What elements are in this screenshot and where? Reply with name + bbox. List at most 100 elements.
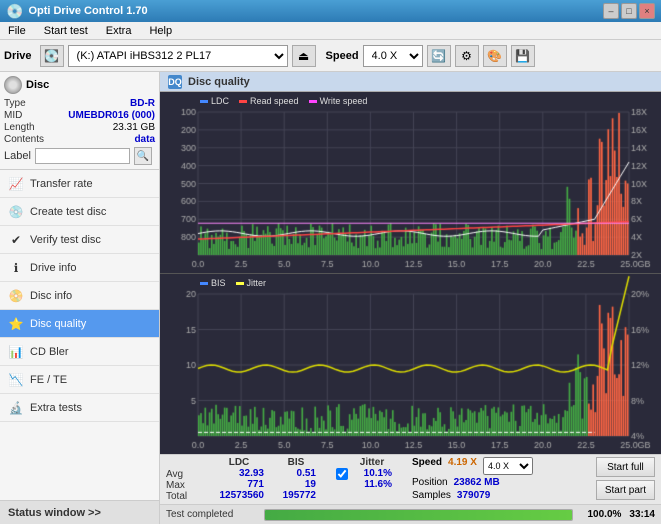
legend-ldc: LDC [200, 96, 229, 106]
create-test-disc-icon: 💿 [8, 204, 24, 220]
legend-jitter: Jitter [236, 278, 267, 288]
sidebar-item-transfer-rate[interactable]: 📈 Transfer rate [0, 170, 159, 198]
speed-label: Speed [326, 50, 359, 62]
disc-mid-label: MID [4, 110, 22, 121]
disc-info-panel: Disc Type BD-R MID UMEBDR016 (000) Lengt… [0, 72, 159, 170]
verify-test-disc-icon: ✔ [8, 232, 24, 248]
menu-extra[interactable]: Extra [102, 24, 136, 38]
toolbar: Drive 💽 (K:) ATAPI iHBS312 2 PL17 ⏏ Spee… [0, 40, 661, 72]
jitter-checkbox[interactable] [336, 468, 348, 480]
stat-col-labels: Avg Max Total [166, 457, 202, 502]
title-bar-controls: – □ × [603, 3, 655, 19]
top-chart-legend: LDC Read speed Write speed [200, 96, 367, 106]
bis-legend-dot [200, 282, 208, 285]
menu-bar: File Start test Extra Help [0, 22, 661, 40]
disc-label-row: Label 🔍 [4, 147, 155, 165]
stat-col-ldc: LDC 32.93 771 12573560 [214, 457, 264, 501]
bis-max-row: 19 [276, 479, 316, 490]
nav-label-disc-quality: Disc quality [30, 318, 86, 330]
nav-label-extra-tests: Extra tests [30, 402, 82, 414]
speed-dropdown[interactable]: 4.0 X [483, 457, 533, 475]
nav-label-disc-info: Disc info [30, 290, 72, 302]
settings-button[interactable]: ⚙ [455, 45, 479, 67]
bis-total-row: 195772 [276, 490, 316, 501]
max-label: Max [166, 480, 202, 491]
bis-max-value: 19 [276, 479, 316, 490]
position-label: Position [412, 477, 448, 488]
main-content: Disc Type BD-R MID UMEBDR016 (000) Lengt… [0, 72, 661, 524]
samples-value: 379079 [457, 490, 490, 501]
maximize-button[interactable]: □ [621, 3, 637, 19]
top-chart-canvas [160, 92, 661, 273]
progress-bar [264, 509, 573, 521]
stat-col-bis: BIS 0.51 19 195772 [276, 457, 316, 501]
samples-label: Samples [412, 490, 451, 501]
disc-type-label: Type [4, 98, 26, 109]
drive-label: Drive [4, 50, 32, 62]
legend-write-speed: Write speed [309, 96, 368, 106]
disc-mid-value: UMEBDR016 (000) [68, 110, 155, 121]
close-button[interactable]: × [639, 3, 655, 19]
action-buttons: Start full Start part [596, 457, 655, 500]
stats-bar: Avg Max Total LDC 32.93 771 12573560 [160, 454, 661, 504]
position-value: 23862 MB [454, 477, 500, 488]
sidebar-item-fe-te[interactable]: 📉 FE / TE [0, 366, 159, 394]
save-button[interactable]: 💾 [511, 45, 535, 67]
menu-help[interactable]: Help [145, 24, 176, 38]
sidebar-item-extra-tests[interactable]: 🔬 Extra tests [0, 394, 159, 422]
nav-label-drive-info: Drive info [30, 262, 76, 274]
app-title: Opti Drive Control 1.70 [28, 5, 147, 17]
disc-panel-title: Disc [26, 79, 49, 91]
menu-file[interactable]: File [4, 24, 30, 38]
disc-label-btn[interactable]: 🔍 [134, 147, 152, 165]
disc-quality-header-icon: DQ [168, 75, 182, 89]
disc-quality-header: DQ Disc quality [160, 72, 661, 92]
disc-icon [4, 76, 22, 94]
nav-label-create-test-disc: Create test disc [30, 206, 106, 218]
read-speed-legend-dot [239, 100, 247, 103]
write-speed-legend-dot [309, 100, 317, 103]
ldc-avg-value: 32.93 [214, 468, 264, 479]
speed-info: Speed 4.19 X 4.0 X Position 23862 MB Sam… [412, 457, 533, 501]
disc-quality-title: Disc quality [188, 76, 250, 88]
status-window-button[interactable]: Status window >> [0, 500, 159, 524]
start-full-button[interactable]: Start full [596, 457, 655, 477]
ldc-legend-dot [200, 100, 208, 103]
refresh-button[interactable]: 🔄 [427, 45, 451, 67]
fe-te-icon: 📉 [8, 372, 24, 388]
total-row: Total [166, 491, 202, 502]
menu-start-test[interactable]: Start test [40, 24, 92, 38]
disc-label-input[interactable] [35, 148, 130, 164]
bis-total-value: 195772 [276, 490, 316, 501]
position-row: Position 23862 MB [412, 477, 533, 488]
drive-icon-btn[interactable]: 💽 [40, 45, 64, 67]
speed-select[interactable]: 4.0 X [363, 45, 423, 67]
ldc-header: LDC [214, 457, 264, 468]
speed-header: Speed [412, 457, 442, 475]
nav-label-cd-bler: CD Bler [30, 346, 69, 358]
legend-bis: BIS [200, 278, 226, 288]
sidebar-item-cd-bler[interactable]: 📊 CD Bler [0, 338, 159, 366]
sidebar-item-create-test-disc[interactable]: 💿 Create test disc [0, 198, 159, 226]
nav-label-fe-te: FE / TE [30, 374, 67, 386]
avg-speed-value: 4.19 X [448, 457, 477, 475]
ldc-max-value: 771 [214, 479, 264, 490]
disc-quality-icon: ⭐ [8, 316, 24, 332]
sidebar-item-disc-quality[interactable]: ⭐ Disc quality [0, 310, 159, 338]
sidebar-item-drive-info[interactable]: ℹ Drive info [0, 254, 159, 282]
nav-label-verify-test-disc: Verify test disc [30, 234, 101, 246]
jitter-max-row: 11.6% [352, 479, 392, 490]
jitter-legend-dot [236, 282, 244, 285]
eject-button[interactable]: ⏏ [292, 45, 316, 67]
title-bar-left: 💿 Opti Drive Control 1.70 [6, 3, 148, 20]
start-part-button[interactable]: Start part [596, 480, 655, 500]
bottom-chart-legend: BIS Jitter [200, 278, 266, 288]
disc-label-label: Label [4, 150, 31, 162]
drive-select[interactable]: (K:) ATAPI iHBS312 2 PL17 [68, 45, 288, 67]
progress-bar-fill [265, 510, 572, 520]
sidebar-item-disc-info[interactable]: 📀 Disc info [0, 282, 159, 310]
chart-bottom: BIS Jitter [160, 274, 661, 454]
skin-button[interactable]: 🎨 [483, 45, 507, 67]
minimize-button[interactable]: – [603, 3, 619, 19]
sidebar-item-verify-test-disc[interactable]: ✔ Verify test disc [0, 226, 159, 254]
